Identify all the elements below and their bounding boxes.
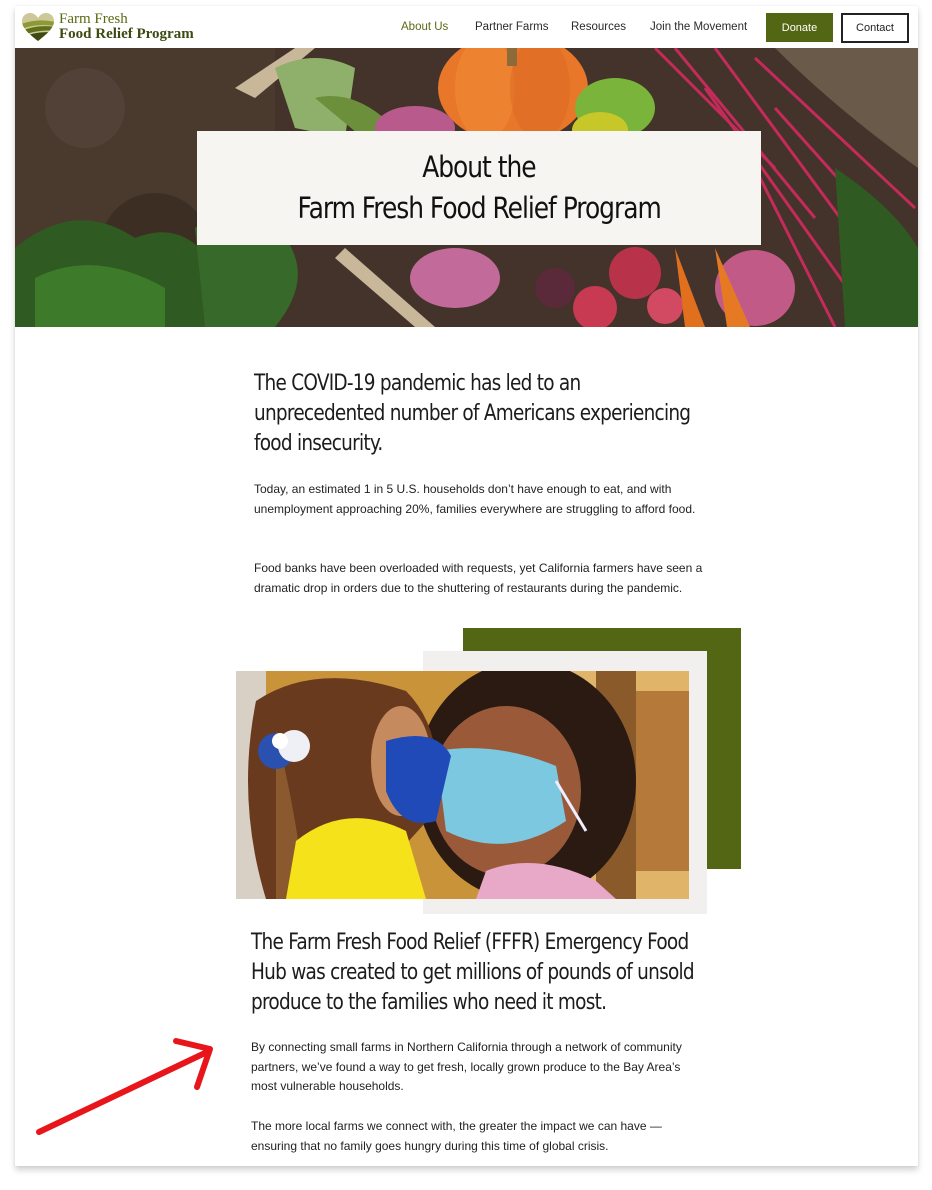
- web-page: Farm Fresh Food Relief Program About Us …: [15, 6, 918, 1166]
- hero-title-line2: Farm Fresh Food Relief Program: [297, 191, 661, 225]
- section1-paragraph-2: Food banks have been overloaded with req…: [254, 561, 703, 595]
- section2-paragraph-1: By connecting small farms in Northern Ca…: [251, 1040, 682, 1093]
- mother-and-child-photo: [236, 671, 689, 899]
- section2-headline: The Farm Fresh Food Relief (FFFR) Emerge…: [251, 930, 695, 1015]
- top-navigation: Farm Fresh Food Relief Program About Us …: [15, 6, 918, 48]
- hero-title-line1: About the: [422, 150, 536, 184]
- section1-headline: The COVID-19 pandemic has led to an unpr…: [254, 371, 691, 456]
- logo-line2: Food Relief Program: [59, 26, 194, 42]
- hero-banner: About the Farm Fresh Food Relief Program: [15, 48, 918, 327]
- nav-item-partner-farms[interactable]: Partner Farms: [475, 21, 549, 33]
- nav-item-resources[interactable]: Resources: [571, 21, 626, 33]
- hero-title-card: About the Farm Fresh Food Relief Program: [197, 131, 761, 245]
- nav-item-join-the-movement[interactable]: Join the Movement: [650, 21, 747, 33]
- donate-button[interactable]: Donate: [766, 13, 833, 42]
- section2-paragraph-2: The more local farms we connect with, th…: [251, 1119, 662, 1153]
- section1-paragraph-1: Today, an estimated 1 in 5 U.S. househol…: [254, 482, 696, 516]
- nav-item-about-us[interactable]: About Us: [401, 21, 448, 33]
- logo-line1: Farm Fresh: [59, 11, 128, 27]
- contact-button[interactable]: Contact: [841, 13, 909, 43]
- site-logo[interactable]: Farm Fresh Food Relief Program: [21, 10, 194, 44]
- heart-field-icon: [22, 13, 54, 41]
